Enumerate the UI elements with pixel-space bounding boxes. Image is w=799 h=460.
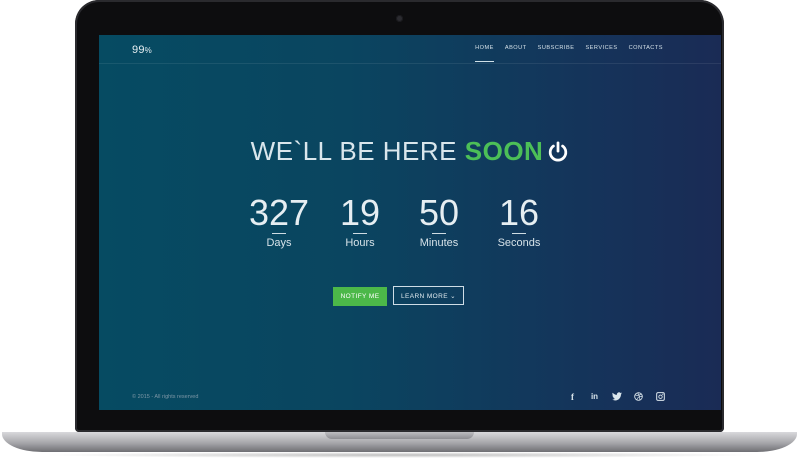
- nav-menu: HOME ABOUT SUBSCRIBE SERVICES CONTACTS: [475, 45, 663, 62]
- page-headline: WE`LL BE HERE SOON: [99, 136, 721, 167]
- laptop-shadow: [40, 452, 760, 458]
- headline-highlight: SOON: [464, 136, 544, 166]
- power-icon: [549, 141, 568, 162]
- instagram-icon[interactable]: [656, 392, 665, 402]
- twitter-icon[interactable]: [612, 392, 622, 402]
- nav-item-home[interactable]: HOME: [475, 45, 494, 62]
- countdown-divider: [432, 233, 446, 234]
- copyright-text: © 2015 - All rights reserved: [132, 394, 199, 400]
- logo[interactable]: 99%: [132, 44, 152, 56]
- laptop-notch: [325, 432, 474, 439]
- nav-item-about[interactable]: ABOUT: [505, 45, 527, 51]
- notify-me-button[interactable]: NOTIFY ME: [333, 287, 387, 306]
- countdown-hours-label: Hours: [345, 237, 375, 249]
- countdown-minutes: 50 Minutes: [404, 192, 474, 250]
- countdown-seconds-label: Seconds: [497, 237, 541, 249]
- logo-text: 99: [132, 44, 145, 56]
- countdown-minutes-value: 50: [418, 192, 460, 233]
- linkedin-icon[interactable]: in: [590, 392, 599, 402]
- top-navbar: 99% HOME ABOUT SUBSCRIBE SERVICES CONTAC…: [99, 35, 721, 64]
- website-screen: 99% HOME ABOUT SUBSCRIBE SERVICES CONTAC…: [99, 35, 721, 410]
- logo-suffix: %: [144, 46, 152, 55]
- nav-item-services[interactable]: SERVICES: [585, 45, 617, 51]
- countdown-divider: [272, 233, 286, 234]
- countdown-hours-value: 19: [339, 192, 381, 233]
- camera-icon: [396, 15, 403, 22]
- nav-item-subscribe[interactable]: SUBSCRIBE: [538, 45, 575, 51]
- countdown-seconds: 16 Seconds: [484, 192, 554, 250]
- countdown-days-label: Days: [266, 237, 292, 249]
- countdown-divider: [512, 233, 526, 234]
- countdown-minutes-label: Minutes: [419, 237, 459, 249]
- nav-item-contacts[interactable]: CONTACTS: [629, 45, 663, 51]
- countdown-days-value: 327: [248, 192, 310, 233]
- headline-text: WE`LL BE HERE: [250, 136, 465, 166]
- countdown-seconds-value: 16: [498, 192, 540, 233]
- social-links: f in: [568, 392, 665, 402]
- dribbble-icon[interactable]: [634, 392, 643, 402]
- countdown-days: 327 Days: [244, 192, 314, 250]
- learn-more-button[interactable]: LEARN MORE ⌄: [393, 286, 464, 305]
- facebook-icon[interactable]: f: [568, 392, 577, 402]
- countdown-hours: 19 Hours: [325, 192, 395, 250]
- countdown-divider: [353, 233, 367, 234]
